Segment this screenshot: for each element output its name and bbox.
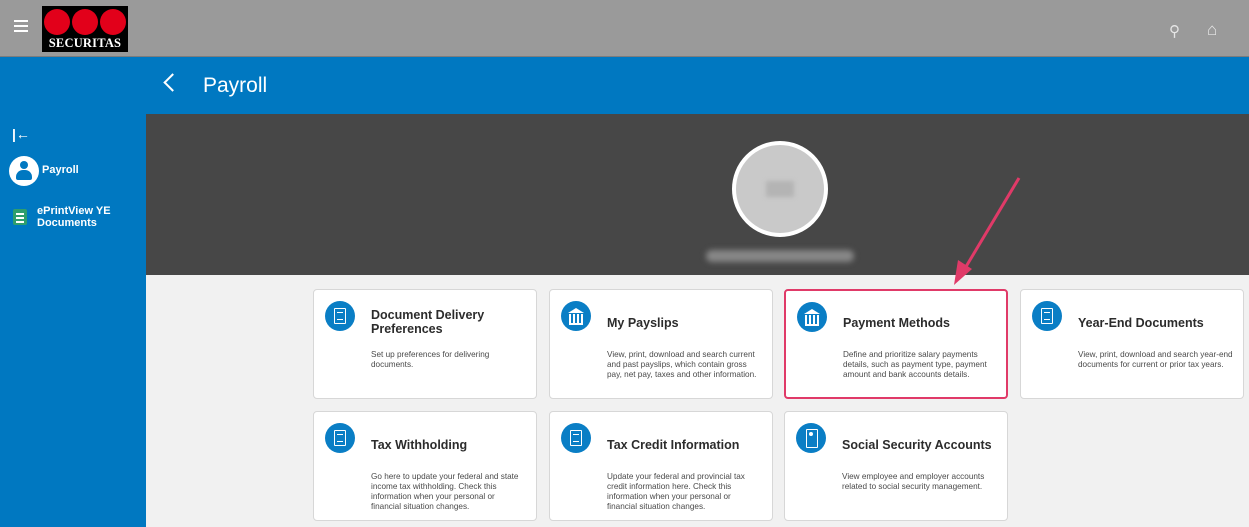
sidebar-item-payroll[interactable]: Payroll — [9, 156, 139, 186]
card-tax-withholding[interactable]: Tax Withholding Go here to update your f… — [313, 411, 537, 521]
card-year-end-documents[interactable]: Year-End Documents View, print, download… — [1020, 289, 1244, 399]
card-title: Payment Methods — [843, 316, 950, 330]
card-description: View employee and employer accounts rela… — [842, 472, 985, 491]
sidebar-item-eprintview[interactable]: ePrintView YE Documents — [11, 205, 141, 235]
profile-banner — [146, 114, 1249, 275]
card-title: Tax Credit Information — [607, 438, 740, 452]
card-title: My Payslips — [607, 316, 679, 330]
top-bar: SECURITAS ⚲ ⌂ — [0, 0, 1249, 57]
sidebar-item-label: Payroll — [42, 164, 79, 176]
sidebar: |← Payroll ePrintView YE Documents — [0, 114, 146, 527]
card-title: Tax Withholding — [371, 438, 468, 452]
bank-icon — [561, 301, 591, 331]
card-description: Define and prioritize salary payments de… — [843, 350, 987, 379]
card-tax-credit-information[interactable]: Tax Credit Information Update your feder… — [549, 411, 773, 521]
card-payment-methods[interactable]: Payment Methods Define and prioritize sa… — [784, 289, 1008, 399]
card-document-delivery-preferences[interactable]: Document Delivery Preferences Set up pre… — [313, 289, 537, 399]
card-description: Go here to update your federal and state… — [371, 472, 519, 511]
id-badge-icon — [796, 423, 826, 453]
profile-name-redacted — [706, 250, 854, 262]
home-icon[interactable]: ⌂ — [1207, 20, 1217, 40]
person-icon — [9, 156, 39, 186]
bank-icon — [797, 302, 827, 332]
document-icon — [13, 209, 27, 225]
document-icon — [325, 301, 355, 331]
document-icon — [561, 423, 591, 453]
sidebar-item-label: ePrintView YE Documents — [37, 205, 111, 229]
card-title: Year-End Documents — [1078, 316, 1204, 330]
card-description: Update your federal and provincial tax c… — [607, 472, 745, 511]
hamburger-icon[interactable] — [14, 20, 28, 32]
card-title: Document Delivery Preferences — [371, 308, 485, 336]
search-icon[interactable]: ⚲ — [1169, 22, 1180, 40]
page-header — [0, 57, 1249, 114]
card-my-payslips[interactable]: My Payslips View, print, download and se… — [549, 289, 773, 399]
card-title: Social Security Accounts — [842, 438, 992, 452]
collapse-sidebar-icon[interactable]: |← — [12, 126, 30, 142]
card-description: View, print, download and search current… — [607, 350, 757, 379]
card-description: Set up preferences for delivering docume… — [371, 350, 490, 369]
document-icon — [1032, 301, 1062, 331]
securitas-logo[interactable]: SECURITAS — [42, 6, 128, 52]
back-button[interactable] — [160, 68, 180, 98]
document-icon — [325, 423, 355, 453]
page-title: Payroll — [203, 74, 268, 97]
profile-photo — [732, 141, 828, 237]
card-social-security-accounts[interactable]: Social Security Accounts View employee a… — [784, 411, 1008, 521]
card-description: View, print, download and search year-en… — [1078, 350, 1233, 369]
